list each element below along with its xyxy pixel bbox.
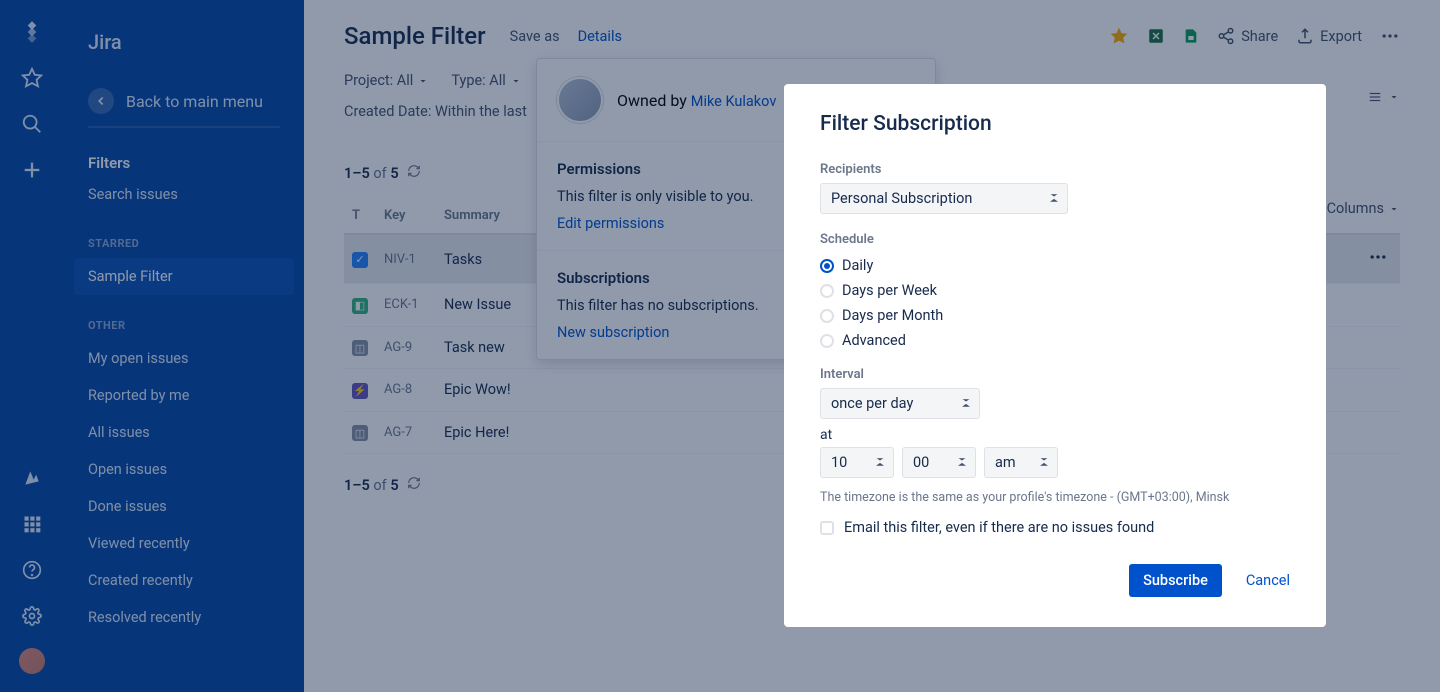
schedule-radio-option[interactable]: Days per Week	[820, 278, 1290, 303]
hour-select[interactable]: 10	[820, 447, 894, 478]
checkbox-icon	[820, 521, 834, 535]
recipients-select[interactable]: Personal Subscription	[820, 183, 1068, 214]
schedule-radio-group: Daily Days per Week Days per Month Advanced	[820, 253, 1290, 353]
timezone-note: The timezone is the same as your profile…	[820, 490, 1290, 505]
cancel-button[interactable]: Cancel	[1246, 572, 1290, 589]
recipients-label: Recipients	[820, 162, 1290, 177]
schedule-radio-option[interactable]: Daily	[820, 253, 1290, 278]
radio-icon	[820, 259, 834, 273]
schedule-radio-option[interactable]: Advanced	[820, 328, 1290, 353]
radio-icon	[820, 309, 834, 323]
radio-label: Days per Week	[842, 282, 937, 299]
modal-actions: Subscribe Cancel	[820, 564, 1290, 597]
interval-label: Interval	[820, 367, 1290, 382]
radio-label: Daily	[842, 257, 873, 274]
interval-select[interactable]: once per day	[820, 388, 980, 419]
radio-label: Days per Month	[842, 307, 943, 324]
email-empty-checkbox-row[interactable]: Email this filter, even if there are no …	[820, 519, 1290, 536]
checkbox-label: Email this filter, even if there are no …	[844, 519, 1154, 536]
subscribe-button[interactable]: Subscribe	[1129, 564, 1222, 597]
radio-label: Advanced	[842, 332, 906, 349]
radio-icon	[820, 334, 834, 348]
modal-title: Filter Subscription	[820, 112, 1290, 136]
schedule-radio-option[interactable]: Days per Month	[820, 303, 1290, 328]
filter-subscription-modal: Filter Subscription Recipients Personal …	[784, 84, 1326, 627]
time-selectors: 10 00 am	[820, 447, 1290, 478]
ampm-select[interactable]: am	[984, 447, 1058, 478]
schedule-label: Schedule	[820, 232, 1290, 247]
minute-select[interactable]: 00	[902, 447, 976, 478]
at-label: at	[820, 427, 1290, 443]
radio-icon	[820, 284, 834, 298]
